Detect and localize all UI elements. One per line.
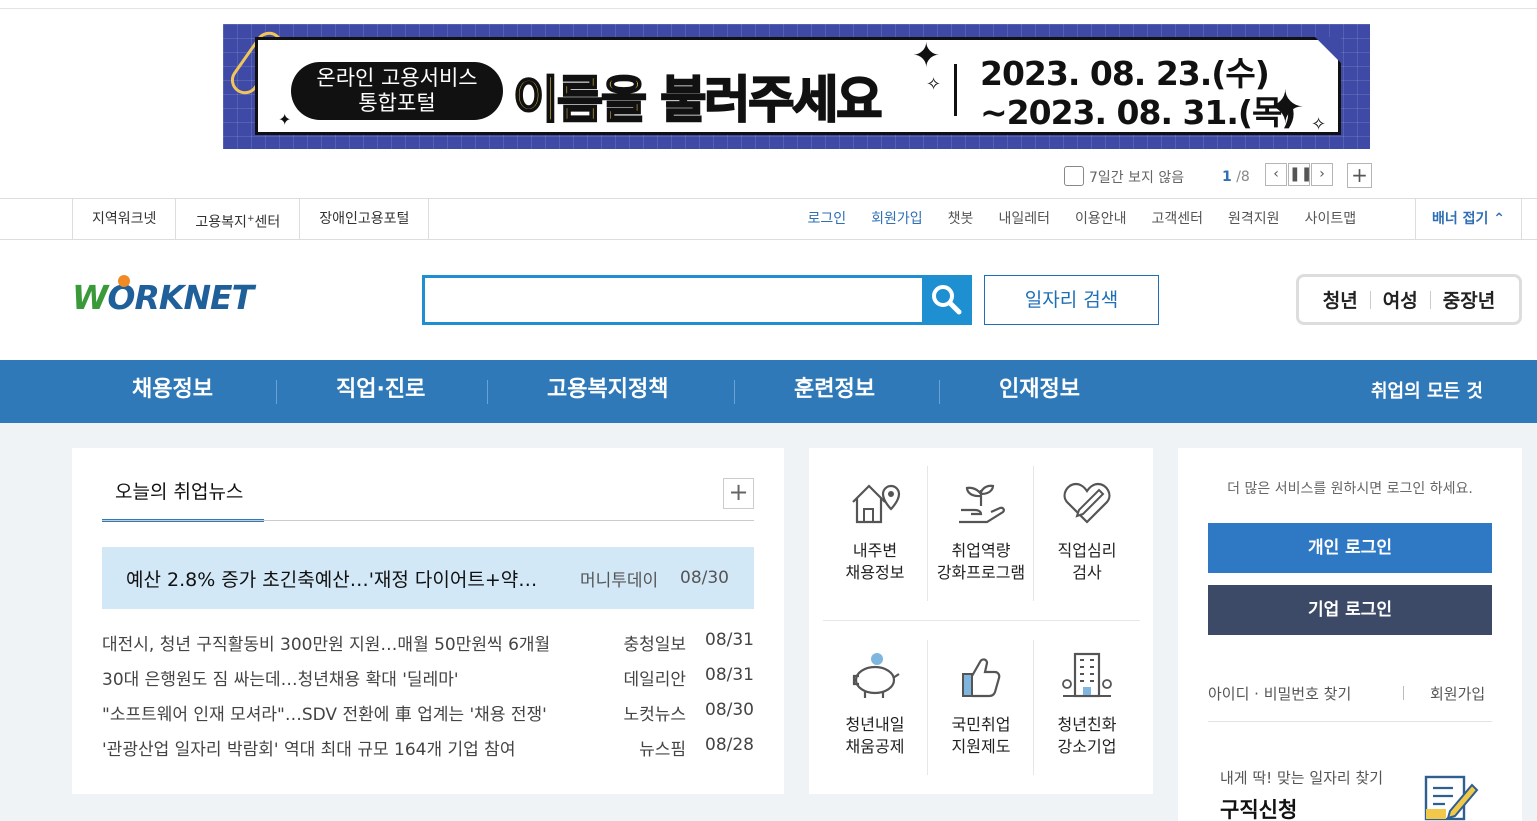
job-search-button[interactable]: 일자리 검색 bbox=[984, 275, 1159, 325]
job-apply-link[interactable]: 구직신청 bbox=[1220, 794, 1297, 821]
pause-icon: ❚❚ bbox=[1289, 166, 1313, 182]
login-hint: 더 많은 서비스를 원하시면 로그인 하세요. bbox=[1227, 481, 1473, 497]
target-youth[interactable]: 청년 bbox=[1311, 286, 1370, 313]
service-nearby-jobs[interactable]: 내주변 채용정보 bbox=[823, 476, 927, 584]
banner-title: 이름을 불러주세요 bbox=[512, 60, 883, 132]
nav-recruit[interactable]: 채용정보 bbox=[132, 360, 213, 423]
dismiss-7days-checkbox[interactable] bbox=[1064, 166, 1084, 186]
news-panel: 오늘의 취업뉴스 + 예산 2.8% 증가 초긴축예산…'재정 다이어트+약… … bbox=[72, 448, 784, 794]
service-youth-friendly-smes[interactable]: 청년친화 강소기업 bbox=[1035, 650, 1139, 758]
banner-card: 온라인 고용서비스 통합포털 이름을 불러주세요 ✦ ✧ ✦ 2023. 08.… bbox=[255, 36, 1341, 135]
banner-next-button[interactable]: › bbox=[1311, 163, 1333, 186]
banner-pill-line1: 온라인 고용서비스 bbox=[316, 66, 478, 90]
link-employment-welfare-center[interactable]: 고용복지+센터 bbox=[176, 199, 301, 239]
link-customer-center[interactable]: 고객센터 bbox=[1139, 199, 1216, 239]
house-location-icon bbox=[852, 484, 901, 524]
banner-prev-button[interactable]: ‹ bbox=[1265, 163, 1287, 186]
utility-bar: 지역워크넷 고용복지+센터 장애인고용포털 로그인 회원가입 챗봇 내일레터 이… bbox=[0, 198, 1537, 240]
personal-login-button[interactable]: 개인 로그인 bbox=[1208, 523, 1492, 573]
fold-banner-button[interactable]: 배너 접기 ⌃ bbox=[1415, 199, 1522, 239]
plus-icon: + bbox=[728, 478, 749, 506]
services-panel: 내주변 채용정보 취업역량 강화프로그램 직업심리 검사 청년내일 채움공제 국… bbox=[809, 448, 1153, 794]
main-content: 오늘의 취업뉴스 + 예산 2.8% 증가 초긴축예산…'재정 다이어트+약… … bbox=[0, 423, 1537, 821]
chevron-left-icon: ‹ bbox=[1273, 166, 1279, 182]
link-disabled-employment-portal[interactable]: 장애인고용포털 bbox=[300, 199, 430, 239]
signup-link[interactable]: 회원가입 bbox=[1430, 683, 1485, 704]
building-icon bbox=[1062, 652, 1112, 698]
service-aptitude-test[interactable]: 직업심리 검사 bbox=[1035, 476, 1139, 584]
sparkle-icon: ✧ bbox=[926, 74, 942, 95]
banner-title-rest: 불러주세요 bbox=[645, 70, 883, 130]
logo-dot bbox=[118, 275, 130, 287]
login-panel: 더 많은 서비스를 원하시면 로그인 하세요. 개인 로그인 기업 로그인 아이… bbox=[1178, 448, 1522, 821]
service-national-employment-support[interactable]: 국민취업 지원제도 bbox=[929, 650, 1033, 758]
link-regional-worknet[interactable]: 지역워크넷 bbox=[72, 199, 177, 239]
banner-date-to: ~2023. 08. 31.(목) bbox=[980, 93, 1296, 132]
nav-training[interactable]: 훈련정보 bbox=[794, 360, 875, 423]
worknet-logo[interactable]: WORKNET bbox=[72, 275, 254, 317]
search-button[interactable] bbox=[922, 275, 972, 325]
heart-pen-icon bbox=[1063, 482, 1111, 524]
util-menu: 로그인 회원가입 챗봇 내일레터 이용안내 고객센터 원격지원 사이트맵 bbox=[795, 199, 1369, 239]
sparkle-icon: ✧ bbox=[1311, 114, 1327, 135]
banner-dates: 2023. 08. 23.(수) ~2023. 08. 31.(목) bbox=[980, 54, 1296, 132]
link-chatbot[interactable]: 챗봇 bbox=[935, 199, 986, 239]
chevron-up-icon: ⌃ bbox=[1493, 211, 1506, 227]
banner-pill: 온라인 고용서비스 통합포털 bbox=[291, 62, 503, 120]
banner-counter: 1 /8 bbox=[1222, 169, 1250, 185]
job-apply-caption: 내게 딱! 맞는 일자리 찾기 bbox=[1220, 769, 1384, 787]
promo-banner[interactable]: 온라인 고용서비스 통합포털 이름을 불러주세요 ✦ ✧ ✦ 2023. 08.… bbox=[223, 24, 1370, 149]
service-competency-program[interactable]: 취업역량 강화프로그램 bbox=[929, 476, 1033, 584]
link-remote-support[interactable]: 원격지원 bbox=[1216, 199, 1293, 239]
search-icon bbox=[932, 285, 962, 315]
banner-date-from: 2023. 08. 23.(수) bbox=[980, 54, 1270, 93]
nav-talent[interactable]: 인재정보 bbox=[999, 360, 1080, 423]
banner-divider bbox=[954, 64, 957, 116]
nav-all-about-jobs[interactable]: 취업의 모든 것 bbox=[1371, 360, 1483, 423]
link-sitemap[interactable]: 사이트맵 bbox=[1292, 199, 1369, 239]
target-middle-aged[interactable]: 중장년 bbox=[1431, 286, 1507, 313]
chevron-right-icon: › bbox=[1319, 166, 1325, 182]
sparkle-icon: ✦ bbox=[912, 36, 941, 76]
sparkle-icon: ✦ bbox=[278, 110, 292, 129]
main-nav: 채용정보 직업·진로 고용복지정책 훈련정보 인재정보 취업의 모든 것 bbox=[0, 360, 1537, 423]
thumbs-up-icon bbox=[962, 658, 1001, 698]
plus-icon: + bbox=[1351, 163, 1368, 187]
search-input[interactable] bbox=[422, 275, 922, 325]
company-login-button[interactable]: 기업 로그인 bbox=[1208, 585, 1492, 635]
news-more-button[interactable]: + bbox=[723, 478, 754, 509]
banner-more-button[interactable]: + bbox=[1347, 163, 1372, 188]
news-item[interactable]: '관광산업 일자리 박람회' 역대 최대 규모 164개 기업 참여 뉴스핌 0… bbox=[102, 735, 754, 760]
piggy-bank-icon bbox=[852, 653, 900, 698]
banner-pause-button[interactable]: ❚❚ bbox=[1288, 163, 1313, 186]
service-youth-savings[interactable]: 청년내일 채움공제 bbox=[823, 650, 927, 758]
nav-career[interactable]: 직업·진로 bbox=[336, 360, 425, 423]
link-login[interactable]: 로그인 bbox=[795, 199, 859, 239]
news-item[interactable]: "소프트웨어 인재 모셔라"…SDV 전환에 車 업계는 '채용 전쟁' 노컷뉴… bbox=[102, 700, 754, 725]
link-signup[interactable]: 회원가입 bbox=[859, 199, 936, 239]
target-women[interactable]: 여성 bbox=[1371, 286, 1430, 313]
news-headline[interactable]: 예산 2.8% 증가 초긴축예산…'재정 다이어트+약… 머니투데이 08/30 bbox=[102, 547, 754, 609]
link-guide[interactable]: 이용안내 bbox=[1062, 199, 1139, 239]
news-item[interactable]: 30대 은행원도 짐 싸는데…청년채용 확대 '딜레마' 데일리안 08/31 bbox=[102, 665, 754, 690]
sprout-hand-icon bbox=[959, 484, 1005, 524]
sparkle-icon: ✦ bbox=[1266, 80, 1305, 134]
news-tab[interactable]: 오늘의 취업뉴스 bbox=[102, 478, 264, 522]
target-group-menu: 청년 여성 중장년 bbox=[1296, 274, 1522, 325]
link-letter[interactable]: 내일레터 bbox=[986, 199, 1063, 239]
find-id-password-link[interactable]: 아이디 · 비밀번호 찾기 bbox=[1208, 683, 1351, 704]
dismiss-7days-label[interactable]: 7일간 보지 않음 bbox=[1089, 167, 1184, 187]
application-form-icon[interactable] bbox=[1422, 773, 1480, 821]
banner-title-highlight: 이름을 bbox=[512, 70, 648, 130]
family-sites: 지역워크넷 고용복지+센터 장애인고용포털 bbox=[72, 199, 430, 239]
top-divider bbox=[0, 8, 1537, 9]
banner-pill-line2: 통합포털 bbox=[358, 91, 436, 115]
nav-welfare-policy[interactable]: 고용복지정책 bbox=[547, 360, 668, 423]
news-item[interactable]: 대전시, 청년 구직활동비 300만원 지원…매월 50만원씩 6개월 충청일보… bbox=[102, 630, 754, 655]
